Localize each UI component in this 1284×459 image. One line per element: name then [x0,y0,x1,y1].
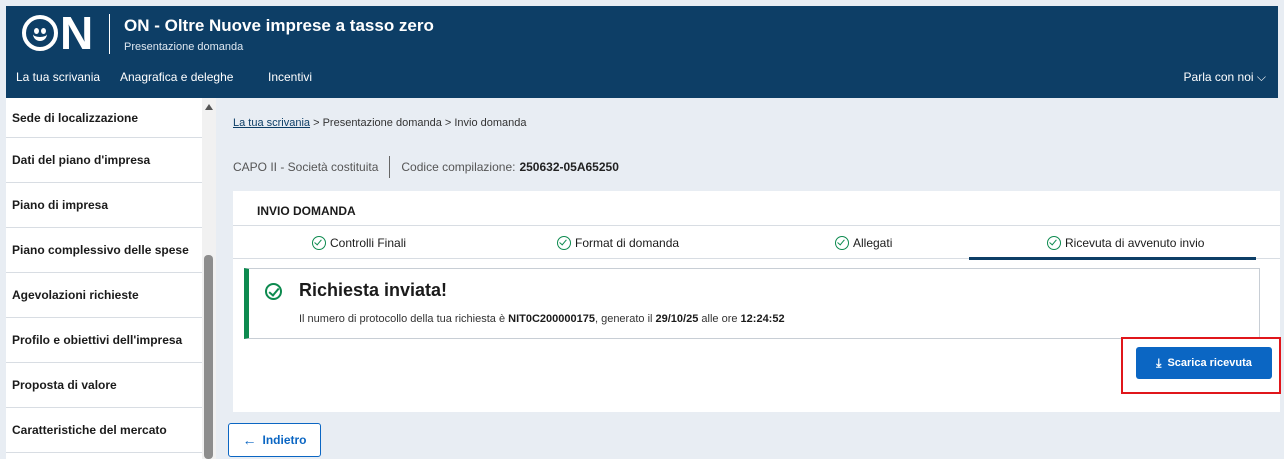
breadcrumb-home-link[interactable]: La tua scrivania [233,117,310,129]
tab-label: Allegati [853,236,893,250]
check-circle-icon [1047,236,1061,250]
nav-parla-con-noi[interactable]: Parla con noi ⌵ [1184,70,1266,85]
sidebar-item-piano-spese[interactable]: Piano complessivo delle spese [6,228,202,273]
tab-format-domanda[interactable]: Format di domanda [557,226,679,260]
app-logo[interactable]: N [22,10,93,56]
logo-divider [109,14,110,54]
sidebar-item-agevolazioni[interactable]: Agevolazioni richieste [6,273,202,318]
check-circle-icon [312,236,326,250]
tab-controlli-finali[interactable]: Controlli Finali [312,226,406,260]
active-tab-indicator [969,257,1256,260]
tab-label: Ricevuta di avvenuto invio [1065,236,1205,250]
protocol-number: NIT0C200000175 [508,313,595,325]
submission-date: 29/10/25 [655,313,699,325]
app-title: ON - Oltre Nuove imprese a tasso zero [124,16,434,35]
sidebar-scrollbar[interactable] [202,98,216,459]
sidebar-item-dati-piano[interactable]: Dati del piano d'impresa [6,138,202,183]
sidebar-item-profilo[interactable]: Profilo e obiettivi dell'impresa [6,318,202,363]
card-title: INVIO DOMANDA [257,204,356,218]
scroll-thumb[interactable] [204,255,213,459]
code-label: Codice compilazione: [401,160,516,174]
success-check-icon [265,283,282,300]
breadcrumb: La tua scrivania > Presentazione domanda… [233,117,527,129]
sidebar: Sede di localizzazione Dati del piano d'… [6,98,202,459]
alert-message: Il numero di protocollo della tua richie… [299,313,785,325]
submission-time: 12:24:52 [740,313,785,325]
scroll-up-arrow-icon[interactable] [205,104,213,110]
tab-label: Controlli Finali [330,236,407,250]
main-nav: La tua scrivania Anagrafica e deleghe In… [6,68,1278,92]
tab-allegati[interactable]: Allegati [835,226,892,260]
success-alert: Richiesta inviata! Il numero di protocol… [244,268,1260,339]
smiley-logo-icon [22,15,58,51]
nav-la-tua-scrivania[interactable]: La tua scrivania [16,70,100,84]
sidebar-item-mercato[interactable]: Caratteristiche del mercato [6,408,202,453]
check-circle-icon [557,236,571,250]
back-label: Indietro [262,433,307,447]
breadcrumb-rest: > Presentazione domanda > Invio domanda [310,117,527,129]
meta-divider [389,156,391,178]
check-circle-icon [835,236,849,250]
logo-letter: N [60,7,94,59]
arrow-left-icon: ← [242,432,257,448]
alert-title: Richiesta inviata! [299,280,448,300]
nav-anagrafica-deleghe[interactable]: Anagrafica e deleghe [120,70,233,84]
highlight-annotation-box [1121,337,1281,394]
sidebar-item-sede[interactable]: Sede di localizzazione [6,98,202,138]
back-button[interactable]: ← Indietro [228,423,321,457]
sidebar-item-proposta[interactable]: Proposta di valore [6,363,202,408]
capo-label: CAPO II - Società costituita [233,160,379,174]
app-header: N ON - Oltre Nuove imprese a tasso zero … [6,6,1278,98]
sidebar-item-piano-impresa[interactable]: Piano di impresa [6,183,202,228]
tab-ricevuta[interactable]: Ricevuta di avvenuto invio [1047,226,1204,260]
tab-label: Format di domanda [575,236,680,250]
app-subtitle: Presentazione domanda [124,41,244,53]
code-value: 250632-05A65250 [519,160,619,174]
steps-tabs: Controlli Finali Format di domanda Alleg… [233,225,1280,260]
application-meta: CAPO II - Società costituita Codice comp… [233,156,619,178]
nav-incentivi[interactable]: Incentivi [268,70,312,84]
